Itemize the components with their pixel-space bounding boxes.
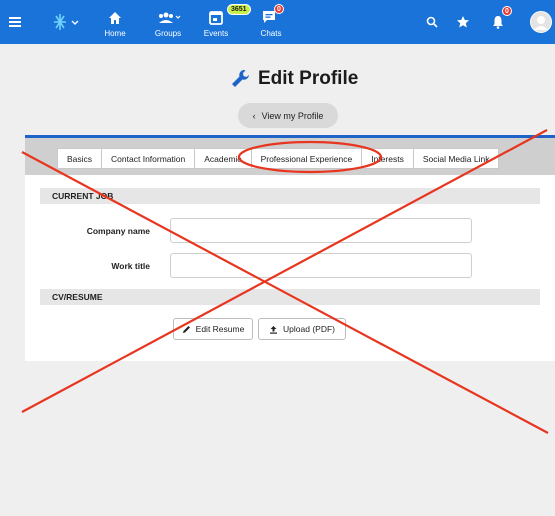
tab-contact-information[interactable]: Contact Information <box>102 148 196 169</box>
favorites-button[interactable] <box>455 0 471 44</box>
nav-groups-label: Groups <box>154 29 182 38</box>
page-title-text: Edit Profile <box>258 68 359 89</box>
top-nav-bar: Home Groups 3651 Events 0 Chats 0 <box>0 0 555 44</box>
nav-home[interactable]: Home <box>100 0 130 44</box>
chats-badge: 0 <box>274 4 284 14</box>
star-icon <box>457 16 469 28</box>
edit-resume-button[interactable]: Edit Resume <box>173 318 253 340</box>
nav-chats[interactable]: 0 Chats <box>256 0 286 44</box>
logo-icon[interactable] <box>50 0 80 44</box>
bell-icon <box>493 16 503 29</box>
search-icon <box>426 16 438 28</box>
upload-pdf-label: Upload (PDF) <box>283 324 335 334</box>
user-icon <box>534 16 548 30</box>
wrench-icon <box>232 70 249 87</box>
avatar[interactable] <box>530 11 552 33</box>
edit-resume-label: Edit Resume <box>195 324 245 334</box>
company-name-input[interactable] <box>170 218 472 243</box>
pencil-icon <box>182 325 190 333</box>
nav-groups[interactable]: Groups <box>150 0 186 44</box>
tab-list: Basics Contact Information Academic Prof… <box>57 148 500 169</box>
notifications-button[interactable]: 0 <box>490 0 514 44</box>
upload-icon <box>270 325 278 334</box>
nav-home-label: Home <box>104 29 126 38</box>
view-profile-button[interactable]: ‹ View my Profile <box>238 103 338 128</box>
company-name-label: Company name <box>86 226 150 236</box>
tab-professional-experience[interactable]: Professional Experience <box>251 148 363 169</box>
view-profile-label: View my Profile <box>261 110 324 121</box>
nav-events-label: Events <box>203 29 229 38</box>
search-button[interactable] <box>424 0 440 44</box>
tab-bar: Basics Contact Information Academic Prof… <box>25 138 555 175</box>
tab-interests[interactable]: Interests <box>362 148 414 169</box>
current-job-heading: CURRENT JOB <box>40 188 540 204</box>
nav-events[interactable]: 3651 Events <box>203 0 251 44</box>
tab-academic[interactable]: Academic <box>195 148 252 169</box>
chevron-left-icon: ‹ <box>252 110 256 121</box>
upload-pdf-button[interactable]: Upload (PDF) <box>258 318 346 340</box>
events-badge: 3651 <box>227 4 251 15</box>
chat-icon <box>263 11 275 23</box>
calendar-icon <box>209 11 223 25</box>
home-icon <box>109 12 121 24</box>
tab-social-media-link[interactable]: Social Media Link <box>413 148 500 169</box>
menu-icon[interactable] <box>6 0 26 44</box>
notifications-badge: 0 <box>502 6 512 16</box>
cv-resume-heading: CV/RESUME <box>40 289 540 305</box>
tab-basics[interactable]: Basics <box>57 148 103 169</box>
profile-card: Basics Contact Information Academic Prof… <box>25 135 555 361</box>
page-title: Edit Profile <box>230 68 358 90</box>
work-title-input[interactable] <box>170 253 472 278</box>
work-title-label: Work title <box>111 261 150 271</box>
groups-icon <box>159 12 181 23</box>
nav-chats-label: Chats <box>260 29 282 38</box>
